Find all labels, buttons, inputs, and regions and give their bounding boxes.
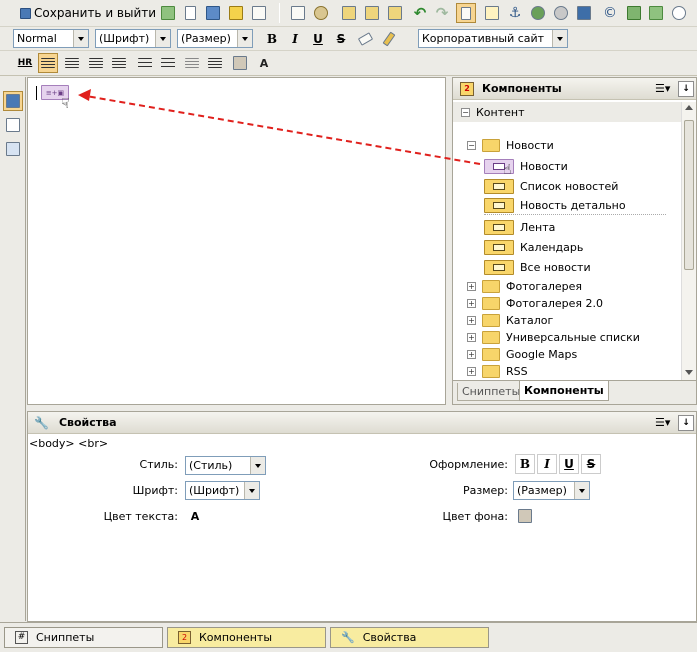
components-icon: 2	[178, 631, 191, 644]
wrench-icon: 🔧	[341, 631, 355, 644]
prop-underline-button[interactable]: U	[559, 454, 579, 474]
snippets-icon: #	[15, 631, 28, 644]
chevron-down-icon	[250, 457, 265, 474]
element-path[interactable]: <body> <br>	[29, 437, 108, 450]
wrench-icon: 🔧	[34, 415, 49, 430]
size-label: Размер:	[463, 484, 508, 497]
bottom-tab-properties[interactable]: 🔧 Свойства	[330, 627, 489, 648]
font-label: Шрифт:	[132, 484, 178, 497]
prop-strike-button[interactable]: S	[581, 454, 601, 474]
properties-panel-header: 🔧 Свойства ☰▾ ↓	[28, 412, 696, 434]
menu-icon[interactable]: ☰▾	[655, 416, 670, 429]
font-property-select[interactable]: (Шрифт)	[185, 481, 260, 500]
drag-arrow-line	[85, 95, 481, 165]
drag-arrow-head	[78, 89, 91, 101]
text-color-picker-icon[interactable]: A	[185, 506, 205, 526]
minimize-icon[interactable]: ↓	[678, 415, 694, 431]
bottom-tab-snippets[interactable]: # Сниппеты	[4, 627, 163, 648]
style-label: Стиль:	[139, 458, 178, 471]
text-color-label: Цвет текста:	[103, 510, 178, 523]
style-property-select[interactable]: (Стиль)	[185, 456, 266, 475]
bottom-tab-components[interactable]: 2 Компоненты	[167, 627, 326, 648]
bg-color-label: Цвет фона:	[442, 510, 508, 523]
properties-panel-title: Свойства	[58, 416, 117, 429]
decoration-label: Оформление:	[429, 458, 508, 471]
bg-color-picker-icon[interactable]	[515, 506, 535, 526]
prop-italic-button[interactable]: I	[537, 454, 557, 474]
prop-bold-button[interactable]: B	[515, 454, 535, 474]
size-property-select[interactable]: (Размер)	[513, 481, 590, 500]
properties-panel: 🔧 Свойства ☰▾ ↓ <body> <br> Стиль: (Стил…	[27, 411, 697, 622]
chevron-down-icon	[574, 482, 589, 499]
chevron-down-icon	[244, 482, 259, 499]
